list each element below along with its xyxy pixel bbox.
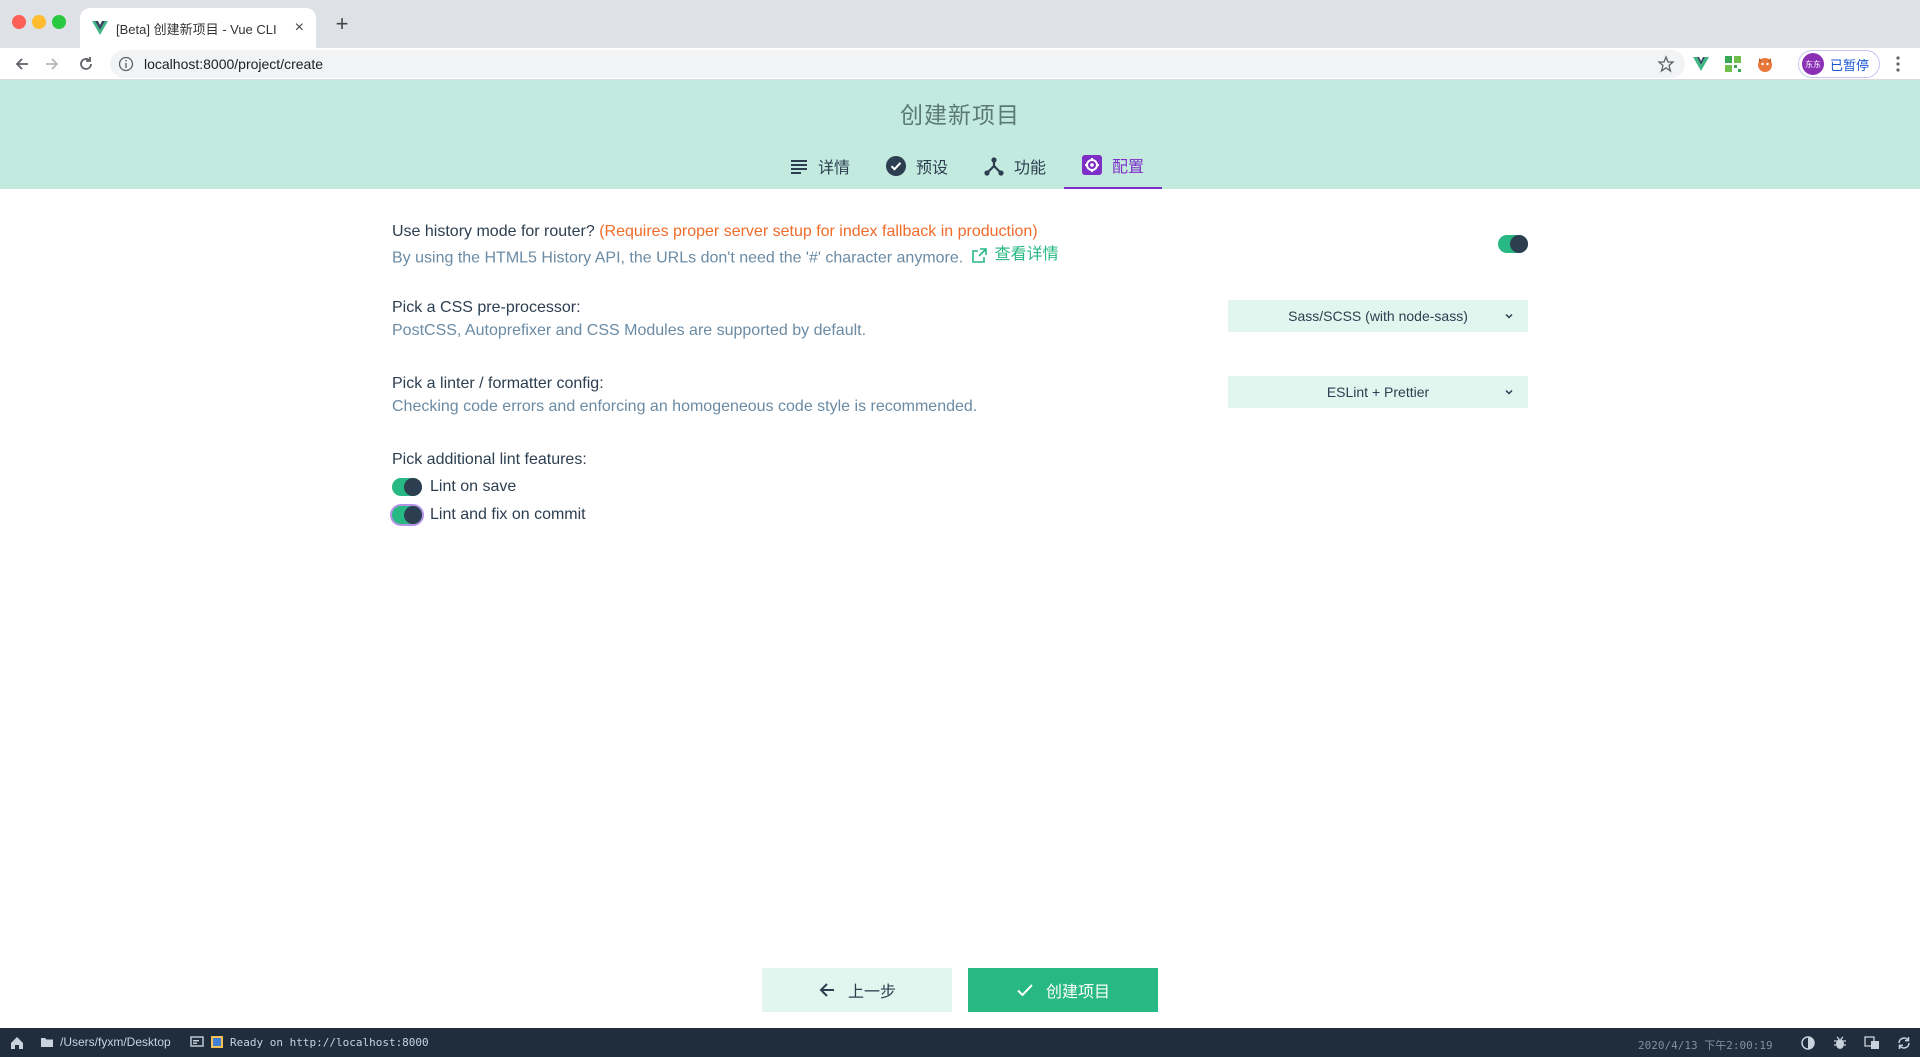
browser-tab[interactable]: [Beta] 创建新项目 - Vue CLI ×	[80, 8, 316, 48]
tab-details[interactable]: 详情	[772, 143, 868, 189]
folder-path: /Users/fyxm/Desktop	[60, 1035, 171, 1049]
step-tabs: 详情 预设 功能 配置	[772, 143, 1163, 189]
folder-icon	[41, 1038, 53, 1047]
history-mode-row: Use history mode for router? (Requires p…	[392, 221, 1528, 271]
check-circle-icon	[886, 156, 907, 176]
external-link-icon	[971, 247, 987, 263]
browser-tabbar: [Beta] 创建新项目 - Vue CLI × +	[0, 0, 1920, 48]
option-label: Lint on save	[430, 478, 517, 495]
tab-presets[interactable]: 预设	[868, 143, 966, 189]
lint-on-save-toggle[interactable]	[392, 478, 422, 496]
button-label: 上一步	[847, 984, 896, 1001]
toggle-knob	[404, 506, 422, 524]
window-minimize-button[interactable]	[32, 15, 46, 29]
avatar: 东东	[1802, 53, 1824, 75]
dark-mode-icon[interactable]	[1800, 1035, 1816, 1051]
tab-config[interactable]: 配置	[1064, 143, 1163, 189]
refresh-icon[interactable]	[1896, 1035, 1912, 1051]
forward-button[interactable]	[42, 54, 62, 74]
address-bar[interactable]: localhost:8000/project/create	[110, 50, 1685, 78]
back-button[interactable]	[12, 54, 32, 74]
tab-label: 预设	[916, 160, 949, 177]
more-vert-icon[interactable]	[1888, 54, 1908, 74]
select-value: ESLint + Prettier	[1326, 384, 1430, 400]
create-project-button[interactable]: 创建项目	[968, 968, 1158, 1012]
tab-features[interactable]: 功能	[966, 143, 1064, 189]
tab-label: 功能	[1014, 160, 1047, 177]
vue-logo-icon	[92, 21, 108, 35]
log-message: Ready on http://localhost:8000	[230, 1035, 429, 1049]
browser-toolbar: localhost:8000/project/create 东东 已暂停	[0, 48, 1920, 80]
info-icon	[118, 56, 134, 72]
new-tab-button[interactable]: +	[330, 12, 354, 36]
linter-select[interactable]: ESLint + Prettier	[1228, 376, 1528, 408]
app-header: 创建新项目 详情 预设 功能 配置	[0, 80, 1920, 189]
translate-icon[interactable]	[1864, 1035, 1880, 1051]
check-icon	[1017, 984, 1033, 997]
bug-report-icon[interactable]	[1832, 1035, 1848, 1051]
history-mode-toggle[interactable]	[1498, 235, 1528, 253]
arrow-left-icon	[15, 58, 28, 70]
css-preprocessor-select[interactable]: Sass/SCSS (with node-sass)	[1228, 300, 1528, 332]
history-mode-label: Use history mode for router? (Requires p…	[392, 223, 1038, 240]
lint-fix-on-commit-toggle[interactable]	[392, 506, 422, 524]
lint-on-save-option[interactable]: Lint on save	[392, 476, 516, 498]
toggle-knob	[1510, 235, 1528, 253]
css-preprocessor-row: Pick a CSS pre-processor: PostCSS, Autop…	[392, 297, 1528, 339]
window-close-button[interactable]	[12, 15, 26, 29]
select-value: Sass/SCSS (with node-sass)	[1288, 308, 1468, 324]
log-status[interactable]: Ready on http://localhost:8000	[190, 1035, 429, 1049]
profile-status: 已暂停	[1830, 57, 1870, 73]
reload-icon	[80, 57, 92, 70]
qr-extension-icon[interactable]	[1724, 55, 1742, 73]
toggle-knob	[404, 478, 422, 496]
tab-label: 详情	[818, 160, 851, 177]
clock: 2020/4/13 下午2:00:19	[1638, 1039, 1773, 1052]
chevron-down-icon	[1505, 389, 1513, 395]
history-mode-warning: (Requires proper server setup for index …	[599, 223, 1038, 240]
vue-devtools-extension-icon[interactable]	[1692, 55, 1710, 73]
fork-icon	[984, 157, 1004, 176]
lint-fix-on-commit-option[interactable]: Lint and fix on commit	[392, 504, 586, 526]
list-icon	[791, 160, 807, 174]
fox-extension-icon[interactable]	[1756, 55, 1774, 73]
previous-step-button[interactable]: 上一步	[762, 968, 952, 1012]
option-label: Lint and fix on commit	[430, 506, 586, 523]
tab-title: [Beta] 创建新项目 - Vue CLI	[116, 21, 277, 37]
window-maximize-button[interactable]	[52, 15, 66, 29]
page-title: 创建新项目	[900, 102, 1020, 128]
console-icon	[190, 1036, 204, 1047]
tab-close-icon[interactable]: ×	[295, 19, 304, 37]
chevron-down-icon	[1505, 313, 1513, 319]
more-info-link[interactable]: 查看详情	[971, 243, 1059, 267]
profile-button[interactable]: 东东 已暂停	[1798, 50, 1880, 78]
tab-label: 配置	[1112, 159, 1145, 176]
lint-features-label: Pick additional lint features:	[392, 451, 587, 468]
url-text: localhost:8000/project/create	[144, 56, 323, 72]
status-bar: /Users/fyxm/Desktop Ready on http://loca…	[0, 1028, 1920, 1057]
history-mode-desc: By using the HTML5 History API, the URLs…	[392, 243, 1528, 271]
arrow-right-icon	[46, 58, 59, 70]
current-folder[interactable]: /Users/fyxm/Desktop	[40, 1035, 171, 1049]
button-label: 创建项目	[1045, 984, 1110, 1001]
home-icon[interactable]	[9, 1035, 25, 1051]
lint-features-row: Pick additional lint features: Lint on s…	[392, 449, 1528, 529]
arrow-left-icon	[819, 983, 834, 997]
settings-icon	[1082, 155, 1103, 175]
terminal-icon	[211, 1036, 223, 1048]
reload-button[interactable]	[76, 54, 96, 74]
bookmark-star-icon[interactable]	[1657, 55, 1675, 73]
linter-row: Pick a linter / formatter config: Checki…	[392, 373, 1528, 415]
